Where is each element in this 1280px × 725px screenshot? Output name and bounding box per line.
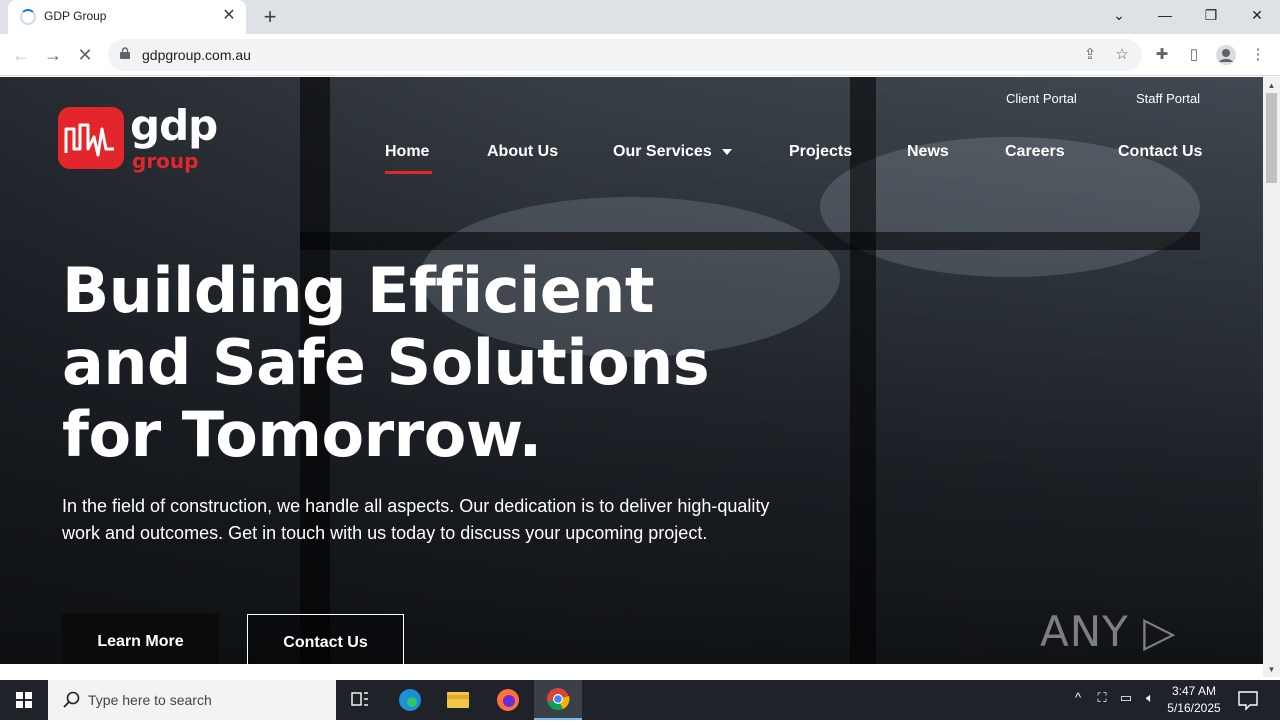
gdp-logo[interactable]: gdp group xyxy=(58,101,218,177)
url-text[interactable]: gdpgroup.com.au xyxy=(142,47,251,63)
window-frame xyxy=(850,77,876,664)
scroll-thumb[interactable] xyxy=(1266,93,1277,183)
nav-about-us[interactable]: About Us xyxy=(487,143,558,161)
client-portal-link[interactable]: Client Portal xyxy=(1006,91,1077,106)
chrome-icon[interactable] xyxy=(534,680,582,720)
browser-toolbar: ← → ✕ gdpgroup.com.au ⇪ ☆ ✚ ▯ ⋮ xyxy=(0,34,1280,76)
anyrun-watermark: ANY ▷ RUN xyxy=(1040,607,1177,664)
windows-taskbar: Type here to search ^ ⛶ ▭ 🔈︎ 3:47 AM 5/1… xyxy=(0,680,1280,720)
lock-icon xyxy=(120,47,130,59)
scroll-up-icon[interactable]: ▲ xyxy=(1263,79,1280,93)
hero-headline: Building Efficient and Safe Solutions fo… xyxy=(62,254,710,471)
nav-contact-us[interactable]: Contact Us xyxy=(1118,143,1202,161)
stop-loading-button[interactable]: ✕ xyxy=(72,42,98,68)
staff-portal-link[interactable]: Staff Portal xyxy=(1136,91,1200,106)
contact-us-button[interactable]: Contact Us xyxy=(247,614,404,664)
volume-icon[interactable]: 🔈︎ xyxy=(1140,690,1160,706)
close-window-button[interactable]: ✕ xyxy=(1234,0,1280,32)
extensions-icon[interactable]: ✚ xyxy=(1151,44,1173,66)
tab-close-icon[interactable]: ✕ xyxy=(220,7,238,25)
scroll-down-icon[interactable]: ▼ xyxy=(1263,663,1280,677)
windows-logo-icon xyxy=(16,692,32,708)
taskbar-clock[interactable]: 3:47 AM 5/16/2025 xyxy=(1164,683,1224,717)
network-status-icon[interactable]: ⛶ xyxy=(1092,690,1112,706)
search-placeholder: Type here to search xyxy=(88,692,212,708)
taskbar-search[interactable]: Type here to search xyxy=(48,680,336,720)
loading-spinner-icon xyxy=(20,9,36,25)
hero-subtext: In the field of construction, we handle … xyxy=(62,496,770,543)
nav-careers[interactable]: Careers xyxy=(1005,143,1065,161)
chrome-menu-icon[interactable]: ⋮ xyxy=(1247,44,1269,66)
nav-news[interactable]: News xyxy=(907,143,949,161)
nav-projects[interactable]: Projects xyxy=(789,143,852,161)
learn-more-button[interactable]: Learn More xyxy=(62,614,219,664)
hero-section: gdp group Client Portal Staff Portal Hom… xyxy=(0,77,1263,664)
share-icon[interactable]: ⇪ xyxy=(1080,45,1100,65)
chevron-down-icon xyxy=(721,148,732,155)
new-tab-button[interactable]: + xyxy=(258,5,282,29)
side-panel-icon[interactable]: ▯ xyxy=(1183,44,1205,66)
restore-button[interactable]: ❐ xyxy=(1188,0,1234,32)
forward-button[interactable]: → xyxy=(40,42,66,68)
clock-time: 3:47 AM xyxy=(1171,684,1217,698)
task-view-icon[interactable] xyxy=(336,680,384,720)
firefox-icon[interactable] xyxy=(484,680,532,720)
clock-date: 5/16/2025 xyxy=(1167,701,1221,715)
browser-tab[interactable]: GDP Group ✕ xyxy=(8,0,246,34)
nav-home[interactable]: Home xyxy=(385,143,429,161)
tab-title: GDP Group xyxy=(44,9,107,23)
notification-icon[interactable] xyxy=(1236,688,1260,712)
file-explorer-icon[interactable] xyxy=(434,680,482,720)
window-frame xyxy=(300,232,1200,250)
edge-browser-icon[interactable] xyxy=(386,680,434,720)
search-icon xyxy=(63,691,80,708)
profile-avatar-icon[interactable] xyxy=(1215,44,1237,66)
logo-mark-icon xyxy=(58,107,124,169)
bookmark-star-icon[interactable]: ☆ xyxy=(1112,45,1132,65)
start-button[interactable] xyxy=(0,680,48,720)
nav-our-services-label: Our Services xyxy=(613,143,712,160)
page-scrollbar[interactable]: ▲ ▼ xyxy=(1263,77,1280,677)
nav-active-indicator xyxy=(385,171,432,174)
logo-text: gdp xyxy=(130,101,218,150)
tab-search-icon[interactable]: ⌄ xyxy=(1096,0,1142,32)
address-bar[interactable]: gdpgroup.com.au ⇪ ☆ xyxy=(108,39,1142,71)
tab-strip: GDP Group ✕ + ⌄ — ❐ ✕ xyxy=(0,0,1280,34)
logo-subtext: group xyxy=(132,149,199,173)
tray-overflow-icon[interactable]: ^ xyxy=(1068,690,1088,705)
network-icon[interactable]: ▭ xyxy=(1116,690,1136,706)
back-button[interactable]: ← xyxy=(8,42,34,68)
nav-our-services[interactable]: Our Services xyxy=(613,143,732,161)
minimize-button[interactable]: — xyxy=(1142,0,1188,32)
